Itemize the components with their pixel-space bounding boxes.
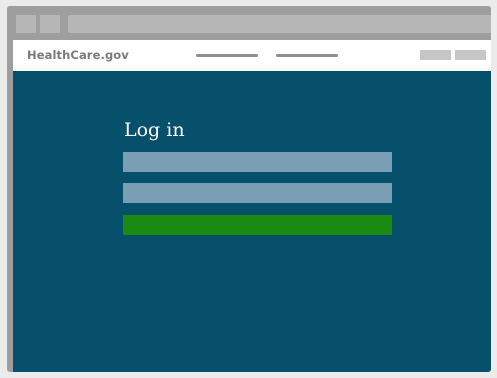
browser-tab[interactable] xyxy=(40,15,60,33)
address-bar[interactable] xyxy=(68,15,491,33)
site-header: HealthCare.gov xyxy=(13,40,491,71)
browser-window: HealthCare.gov Log in xyxy=(7,6,491,372)
site-logo[interactable]: HealthCare.gov xyxy=(27,48,129,62)
browser-tab[interactable] xyxy=(16,15,36,33)
browser-titlebar xyxy=(7,6,491,40)
login-button[interactable] xyxy=(123,215,392,235)
username-field[interactable] xyxy=(123,152,392,172)
nav-link-placeholder[interactable] xyxy=(276,54,338,57)
nav-link-placeholder[interactable] xyxy=(196,54,258,57)
password-field[interactable] xyxy=(123,183,392,203)
login-panel: Log in xyxy=(13,71,491,372)
page-title: Log in xyxy=(124,119,185,141)
header-button-placeholder[interactable] xyxy=(455,50,486,60)
header-button-placeholder[interactable] xyxy=(420,50,451,60)
